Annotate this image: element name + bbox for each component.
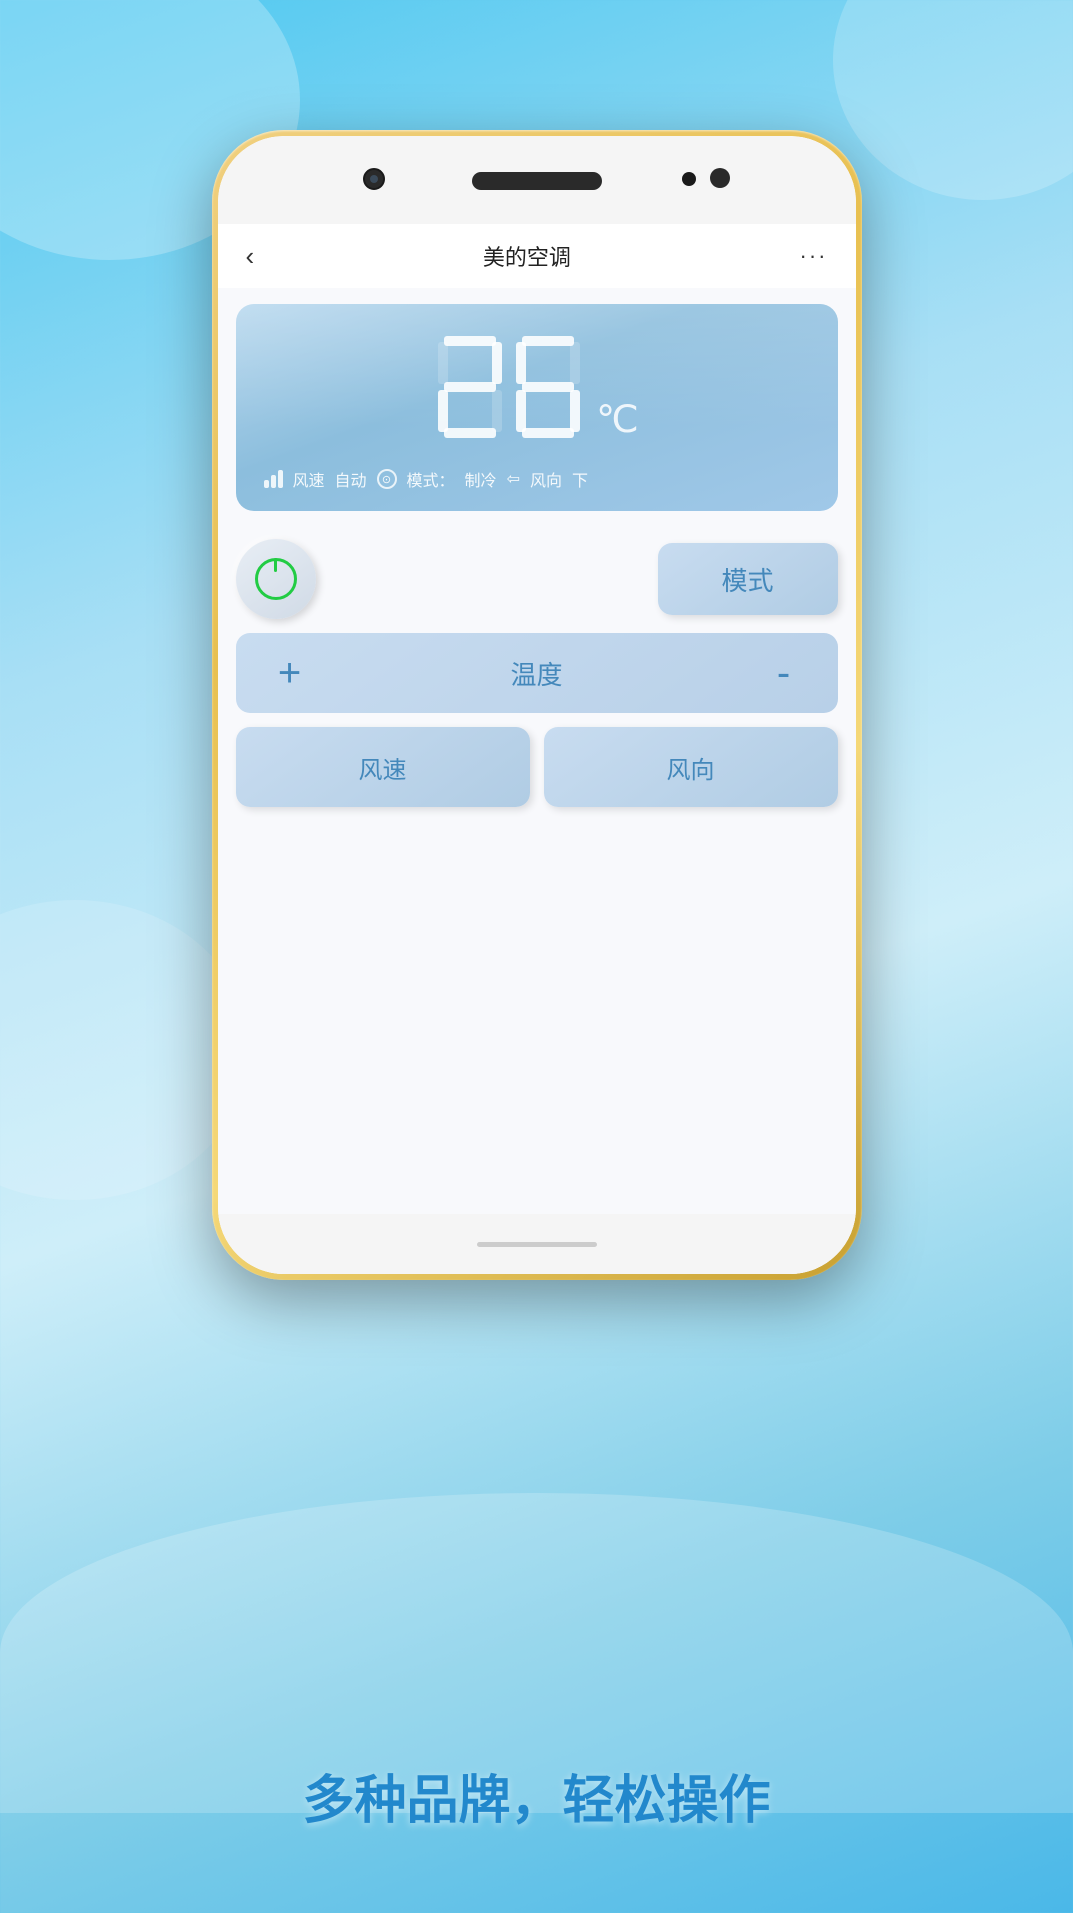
wind-speed-button-label: 风速 — [359, 750, 407, 785]
front-camera-icon — [363, 168, 385, 190]
back-button[interactable]: ‹ — [246, 241, 255, 272]
mode-value: 制冷 — [465, 467, 497, 491]
display-panel: ℃ 风速 自动 — [236, 304, 838, 511]
temperature-row: + 温度 - — [236, 633, 838, 713]
controls-row1: 模式 — [236, 539, 838, 619]
camera2-icon — [710, 168, 730, 188]
phone-outer-shell: ‹ 美的空调 ··· — [212, 130, 862, 1280]
app-content: ‹ 美的空调 ··· — [218, 224, 856, 1274]
power-button[interactable] — [236, 539, 316, 619]
wind-dir-label: 风向 — [530, 467, 562, 491]
phone-frame: ‹ 美的空调 ··· — [212, 130, 862, 1280]
speaker-grill — [472, 172, 602, 190]
wind-dir-arrow-icon: ⇦ — [507, 469, 520, 489]
slogan-text: 多种品牌，轻松操作 — [40, 1758, 1033, 1833]
sensor-icon — [682, 172, 696, 186]
controls-area: 模式 + 温度 - 风速 — [218, 527, 856, 819]
wind-direction-button-label: 风向 — [667, 750, 715, 785]
wind-direction-button[interactable]: 风向 — [544, 727, 838, 807]
controls-row3: 风速 风向 — [236, 727, 838, 807]
status-row: 风速 自动 ⊙ 模式： 制冷 ⇦ 风向 下 — [264, 467, 810, 491]
wind-bars-icon — [264, 470, 283, 488]
home-indicator — [477, 1242, 597, 1247]
temp-plus-button[interactable]: + — [260, 651, 320, 696]
wind-speed-button[interactable]: 风速 — [236, 727, 530, 807]
seg-digit-2 — [434, 332, 506, 442]
power-icon — [255, 558, 297, 600]
page-title: 美的空调 — [483, 240, 571, 272]
mode-button-label: 模式 — [721, 561, 773, 598]
wind-speed-value: 自动 — [335, 467, 367, 491]
phone-screen: ‹ 美的空调 ··· — [218, 136, 856, 1274]
more-button[interactable]: ··· — [800, 243, 828, 269]
bg-decoration-topright — [833, 0, 1073, 200]
wind-speed-label: 风速 — [293, 467, 325, 491]
temp-label: 温度 — [510, 655, 562, 692]
temperature-display: ℃ — [264, 332, 810, 447]
seg-digit-6 — [512, 332, 584, 442]
mode-circle-icon: ⊙ — [377, 469, 397, 489]
seg-display: ℃ — [434, 332, 639, 442]
slogan-area: 多种品牌，轻松操作 — [0, 1758, 1073, 1833]
phone-bottom-bezel — [218, 1214, 856, 1274]
phone-top-bezel — [218, 136, 856, 224]
nav-bar: ‹ 美的空调 ··· — [218, 224, 856, 288]
temp-minus-button[interactable]: - — [753, 651, 813, 696]
mode-label: 模式： — [407, 467, 455, 491]
temp-unit: ℃ — [596, 397, 639, 442]
wind-dir-value: 下 — [572, 467, 588, 491]
mode-button[interactable]: 模式 — [658, 543, 838, 615]
phone-inner: ‹ 美的空调 ··· — [218, 136, 856, 1274]
